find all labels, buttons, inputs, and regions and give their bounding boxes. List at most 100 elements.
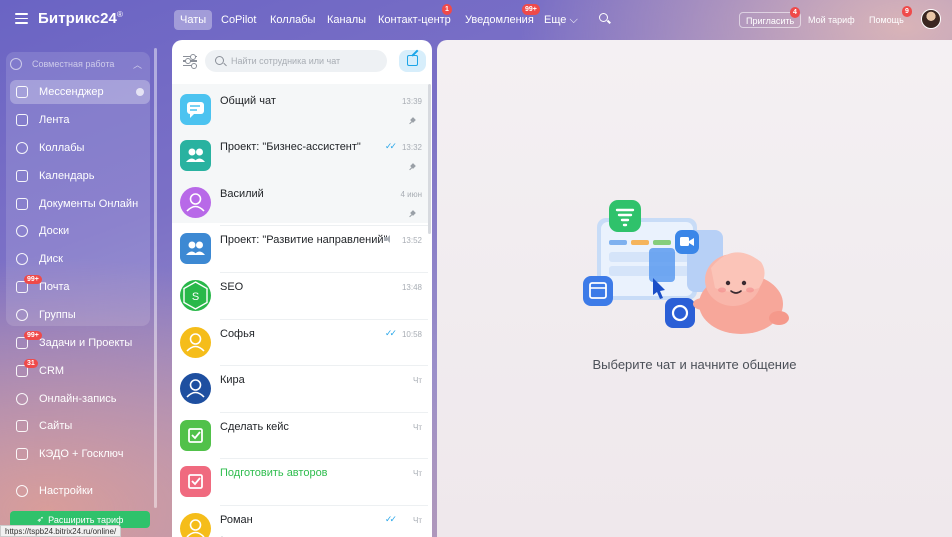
chat-list-item[interactable]: Подготовить авторов Чт bbox=[172, 459, 428, 505]
chat-avatar bbox=[180, 466, 211, 497]
rocket-icon: ➶ bbox=[36, 514, 45, 524]
sidebar-item-label: Группы bbox=[39, 309, 76, 321]
sidebar-item-collabs[interactable]: Коллабы bbox=[10, 136, 150, 160]
filter-icon[interactable] bbox=[183, 53, 197, 71]
invite-badge: 4 bbox=[790, 7, 800, 18]
empty-state-text: Выберите чат и начните общение bbox=[592, 357, 797, 372]
chat-time: 10:58 bbox=[401, 330, 422, 339]
sites-icon bbox=[15, 419, 29, 433]
new-chat-button[interactable] bbox=[399, 49, 426, 72]
chat-list-item[interactable]: Проект: "Бизнес-ассистент" 13:32 ✓✓ bbox=[172, 133, 428, 179]
muted-icon bbox=[384, 235, 392, 243]
messenger-illustration bbox=[583, 200, 789, 334]
sidebar-item-groups[interactable]: Группы bbox=[10, 303, 150, 327]
tab-4[interactable]: Контакт-центр 1 bbox=[372, 4, 457, 30]
tab-0[interactable]: Чаты bbox=[174, 10, 213, 30]
chat-time: 4 июн bbox=[400, 190, 422, 199]
tab-2[interactable]: Коллабы bbox=[264, 10, 321, 30]
sidebar-item-label: Задачи и Проекты bbox=[39, 337, 133, 349]
tab-label: Чаты bbox=[180, 14, 207, 26]
calendar-icon bbox=[15, 169, 29, 183]
search-icon bbox=[215, 56, 224, 65]
chat-separator bbox=[220, 365, 428, 366]
sidebar-item-label: КЭДО + Госключ bbox=[39, 448, 124, 460]
sidebar-item-sites[interactable]: Сайты bbox=[10, 414, 150, 438]
collabs-icon bbox=[15, 141, 29, 155]
chat-list-item[interactable]: Василий 4 июн bbox=[172, 180, 428, 226]
tab-label: CoPilot bbox=[221, 14, 257, 26]
tasks-icon: 99+ bbox=[15, 331, 42, 350]
sidebar-item-kedo[interactable]: КЭДО + Госключ bbox=[10, 442, 150, 466]
chevron-up-icon: ︿ bbox=[132, 60, 142, 70]
search-icon[interactable] bbox=[599, 13, 611, 25]
chat-time: Чт bbox=[413, 423, 422, 432]
pin-icon bbox=[410, 164, 416, 170]
sidebar-item-mail[interactable]: 99+ Почта bbox=[10, 275, 150, 299]
sidebar-item-label: Документы Онлайн bbox=[39, 198, 139, 210]
chat-empty-state: Выберите чат и начните общение bbox=[437, 40, 952, 537]
chat-list-item[interactable]: Общий чат 13:39 bbox=[172, 87, 428, 133]
sidebar-badge: 99+ bbox=[24, 331, 42, 340]
sidebar-item-boards[interactable]: Доски bbox=[10, 219, 150, 243]
chat-list-item[interactable]: S SEO 13:48 bbox=[172, 273, 428, 319]
chat-title: Сделать кейс bbox=[220, 421, 289, 433]
disk-icon bbox=[15, 252, 29, 266]
sidebar-badge: 99+ bbox=[24, 275, 42, 284]
sidebar-scrollbar[interactable] bbox=[154, 48, 157, 508]
sidebar-item-feed[interactable]: Лента bbox=[10, 108, 150, 132]
messenger-icon bbox=[15, 85, 29, 99]
sidebar-item-settings[interactable]: Настройки bbox=[10, 479, 150, 503]
chat-search-input[interactable] bbox=[231, 53, 381, 69]
sidebar-item-documents[interactable]: Документы Онлайн bbox=[10, 192, 150, 216]
sidebar-item-calendar[interactable]: Календарь bbox=[10, 164, 150, 188]
collaboration-icon bbox=[10, 58, 22, 70]
read-check-icon: ✓✓ bbox=[384, 514, 397, 524]
collaboration-group-header[interactable]: Совместная работа ︿ bbox=[10, 57, 146, 71]
sidebar-item-disk[interactable]: Диск bbox=[10, 247, 150, 271]
tab-6[interactable]: Еще ⌵ bbox=[538, 10, 584, 30]
upgrade-label: Расширить тариф bbox=[48, 514, 124, 525]
sidebar-item-label: Лента bbox=[39, 114, 70, 126]
sidebar-item-crm[interactable]: 31 CRM bbox=[10, 359, 150, 383]
tab-1[interactable]: CoPilot bbox=[215, 10, 262, 30]
chat-title: Проект: "Развитие направлений" bbox=[220, 234, 388, 246]
chat-separator bbox=[220, 272, 428, 273]
chat-avatar bbox=[180, 420, 211, 451]
sidebar-item-messenger[interactable]: Мессенджер bbox=[10, 80, 150, 104]
chat-separator bbox=[220, 505, 428, 506]
chat-list-item[interactable]: Кира Чт bbox=[172, 366, 428, 412]
chat-time: Чт bbox=[413, 469, 422, 478]
user-avatar bbox=[180, 187, 211, 218]
chat-separator bbox=[220, 412, 428, 413]
chat-list-item[interactable]: Сделать кейс Чт bbox=[172, 413, 428, 459]
user-avatar[interactable] bbox=[921, 9, 941, 29]
sidebar-item-tasks[interactable]: 99+ Задачи и Проекты bbox=[10, 331, 150, 355]
chat-title: Общий чат bbox=[220, 95, 276, 107]
invite-button[interactable]: Пригласить 4 bbox=[739, 7, 802, 28]
avatar-letter: S bbox=[192, 291, 199, 303]
chat-search[interactable] bbox=[205, 50, 387, 72]
tab-5[interactable]: Уведомления 99+ bbox=[459, 4, 540, 30]
sidebar-header: Битрикс24® bbox=[0, 0, 160, 38]
chat-avatar bbox=[180, 94, 211, 125]
my-tariff-link[interactable]: Мой тариф bbox=[802, 12, 861, 28]
hamburger-menu-icon[interactable] bbox=[15, 13, 28, 24]
read-check-icon: ✓✓ bbox=[384, 141, 397, 151]
sidebar-item-booking[interactable]: Онлайн-запись bbox=[10, 387, 150, 411]
chat-list-item[interactable]: Проект: "Развитие направлений" 13:52 bbox=[172, 226, 428, 272]
chat-list-scrollbar[interactable] bbox=[428, 84, 431, 234]
groups-icon bbox=[15, 308, 29, 322]
chat-time: 13:48 bbox=[401, 283, 422, 292]
tab-label: Коллабы bbox=[270, 14, 316, 26]
chat-list-item[interactable]: Софья 10:58 ✓✓ bbox=[172, 320, 428, 366]
pin-icon bbox=[410, 211, 416, 217]
app-logo[interactable]: Битрикс24® bbox=[38, 10, 123, 27]
sidebar-item-label: Коллабы bbox=[39, 142, 85, 154]
tab-3[interactable]: Каналы bbox=[321, 10, 372, 30]
help-button[interactable]: Помощь 9 bbox=[863, 6, 912, 28]
invite-label: Пригласить bbox=[746, 16, 795, 26]
tab-label: Уведомления bbox=[465, 14, 534, 26]
chat-list-item[interactable]: РоманЧт✓✓↳ переделанные bbox=[172, 506, 428, 537]
settings-dot-icon[interactable] bbox=[136, 88, 144, 96]
sidebar-item-label: Доски bbox=[39, 225, 70, 237]
